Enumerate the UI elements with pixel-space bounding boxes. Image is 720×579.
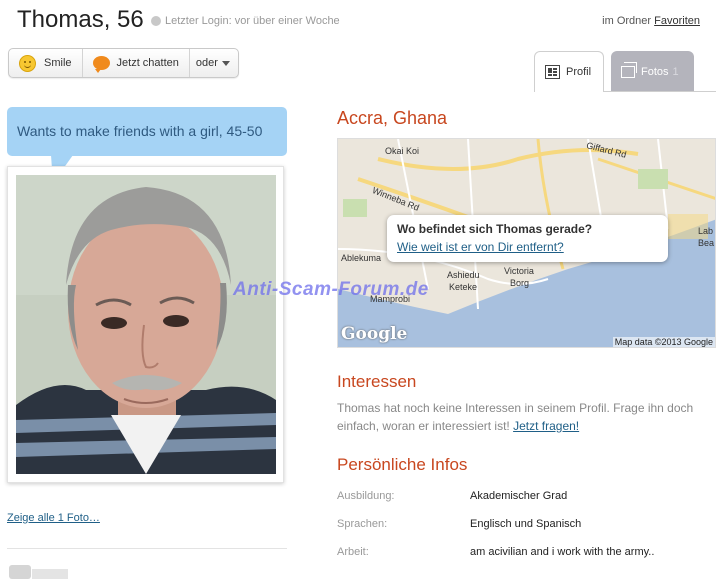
ask-now-link[interactable]: Jetzt fragen! [513,419,579,433]
distance-link[interactable]: Wie weit ist er von Dir entfernt? [397,240,658,254]
map-attribution: Map data ©2013 Google [612,337,715,347]
chat-button[interactable]: Jetzt chatten [83,49,190,77]
languages-label: Sprachen: [337,518,388,530]
education-label: Ausbildung: [337,490,395,502]
profile-name: Thomas, 56 [17,6,144,33]
camera-label-placeholder [32,569,68,579]
map-label-ashiedu: Ashiedu [447,270,480,280]
location-title: Accra, Ghana [337,108,448,128]
watermark-text: Anti-Scam-Forum.de [233,279,429,300]
map-label-lab: Lab [698,226,714,236]
map-label-keteke: Keteke [449,282,478,292]
favorites-link[interactable]: Favoriten [654,15,700,27]
profile-photo-frame[interactable] [7,166,284,483]
profile-photo[interactable] [16,175,276,474]
action-button-group: Smile Jetzt chatten oder [8,48,239,78]
more-label: oder [195,57,218,69]
map-label-ablekuma: Ablekuma [341,253,382,263]
map-label-bea: Bea [698,238,715,248]
map-label-okai-koi: Okai Koi [385,146,420,156]
show-all-photos-link[interactable]: Zeige alle 1 Foto… [7,512,100,524]
personal-info-title: Persönliche Infos [337,455,468,474]
map-label-victoria: Victoria [504,266,534,276]
status-bubble: Wants to make friends with a girl, 45-50 [7,107,287,156]
smile-button[interactable]: Smile [9,49,83,77]
folder-prefix: im Ordner [602,15,652,27]
tab-profil-label: Profil [566,66,592,78]
photos-icon [621,61,637,78]
location-map[interactable]: Okai Koi Giffard Rd Winneba Rd Ablekuma … [337,138,716,348]
smile-label: Smile [44,57,72,69]
chat-bubble-icon [92,56,110,73]
interests-text: Thomas hat noch keine Interessen in sein… [337,399,702,435]
more-actions-dropdown[interactable]: oder [190,49,238,77]
profile-card-icon [545,65,560,79]
folder-info: im Ordner Favoriten [602,15,700,27]
education-value: Akademischer Grad [470,490,568,502]
map-location-popup: Wo befindet sich Thomas gerade? Wie weit… [387,215,668,262]
work-label: Arbeit: [337,546,369,558]
popup-question: Wo befindet sich Thomas gerade? [397,222,593,236]
online-status-icon [151,16,161,26]
tab-fotos[interactable]: Fotos 1 [611,51,694,92]
work-value: am acivilian and i work with the army.. [470,546,655,558]
left-divider [7,548,287,549]
camera-icon [9,565,31,579]
chat-label: Jetzt chatten [116,57,179,69]
tab-profil[interactable]: Profil [534,51,604,92]
map-label-borg: Borg [510,278,530,288]
tab-fotos-count: 1 [672,65,679,78]
profile-photo-image [16,175,276,474]
tab-fotos-label: Fotos [641,65,669,78]
interests-title: Interessen [337,372,417,391]
google-logo: Google [341,324,408,344]
smiley-icon [19,54,36,72]
languages-value: Englisch und Spanisch [470,518,582,530]
chevron-down-icon [221,60,230,66]
last-login-text: Letzter Login: vor über einer Woche [165,15,340,27]
